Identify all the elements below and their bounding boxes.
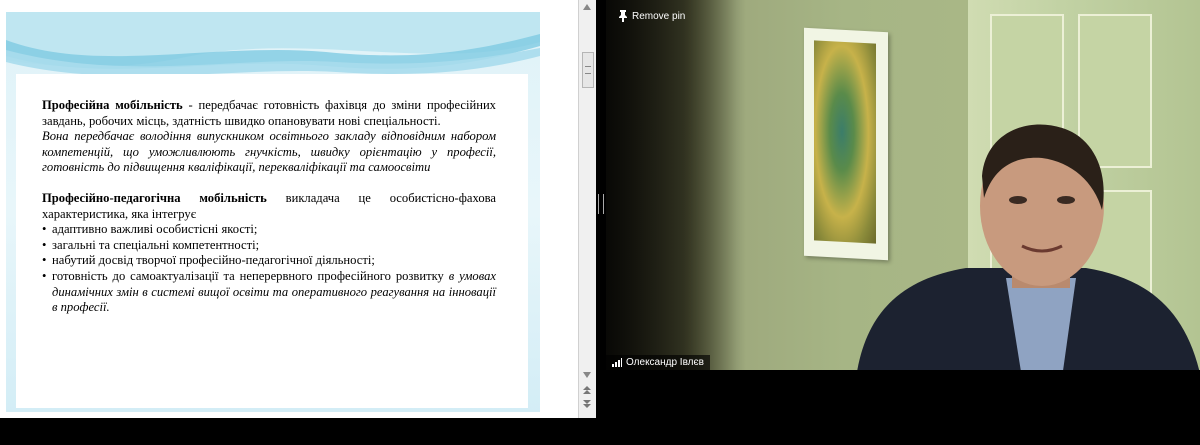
term-professional-mobility: Професійна мобільність	[42, 98, 183, 112]
scrollbar-thumb[interactable]	[582, 52, 594, 88]
vertical-scrollbar[interactable]	[578, 0, 596, 418]
bullet-item: загальні та спеціальні компетентності;	[42, 238, 496, 254]
pin-icon	[619, 10, 627, 22]
scroll-down-arrow-icon[interactable]	[583, 372, 591, 378]
scroll-up-arrow-icon[interactable]	[583, 4, 591, 10]
bullet-item: адаптивно важливі особистісні якості;	[42, 222, 496, 238]
bullet-item: набутий досвід творчої професійно-педаго…	[42, 253, 496, 269]
remove-pin-button[interactable]: Remove pin	[618, 9, 685, 23]
bullet-list: адаптивно важливі особистісні якості; за…	[42, 222, 496, 316]
page-down-icon[interactable]	[582, 400, 592, 408]
participant-name-tag: Олександр Івлєв	[606, 355, 710, 370]
participant-name: Олександр Івлєв	[626, 357, 704, 368]
bullet-item: готовність до самоактуалізації та непере…	[42, 269, 496, 316]
signal-bars-icon	[612, 358, 622, 367]
slide-viewport: Професійна мобільність - передбачає гото…	[0, 0, 578, 418]
term-separator: -	[182, 98, 199, 112]
slide-text: Професійна мобільність - передбачає гото…	[42, 98, 496, 316]
splitter-handle-icon[interactable]	[598, 194, 604, 214]
view-splitter[interactable]	[596, 0, 606, 418]
paragraph-competencies: Вона передбачає володіння випускником ос…	[42, 129, 496, 175]
paragraph-professional-mobility: Професійна мобільність - передбачає гото…	[42, 98, 496, 129]
participant-silhouette	[857, 124, 1200, 370]
shared-screen: Професійна мобільність - передбачає гото…	[0, 0, 596, 418]
term-pedagogical-mobility: Професійно-педагогічна мобільність	[42, 190, 267, 205]
participant-video: Remove pin	[606, 0, 1200, 370]
remove-pin-label: Remove pin	[632, 10, 686, 22]
bullet-text: готовність до самоактуалізації та непере…	[52, 268, 444, 283]
page-up-icon[interactable]	[582, 386, 592, 394]
paragraph-pedagogical-mobility: Професійно-педагогічна мобільність викла…	[42, 191, 496, 222]
